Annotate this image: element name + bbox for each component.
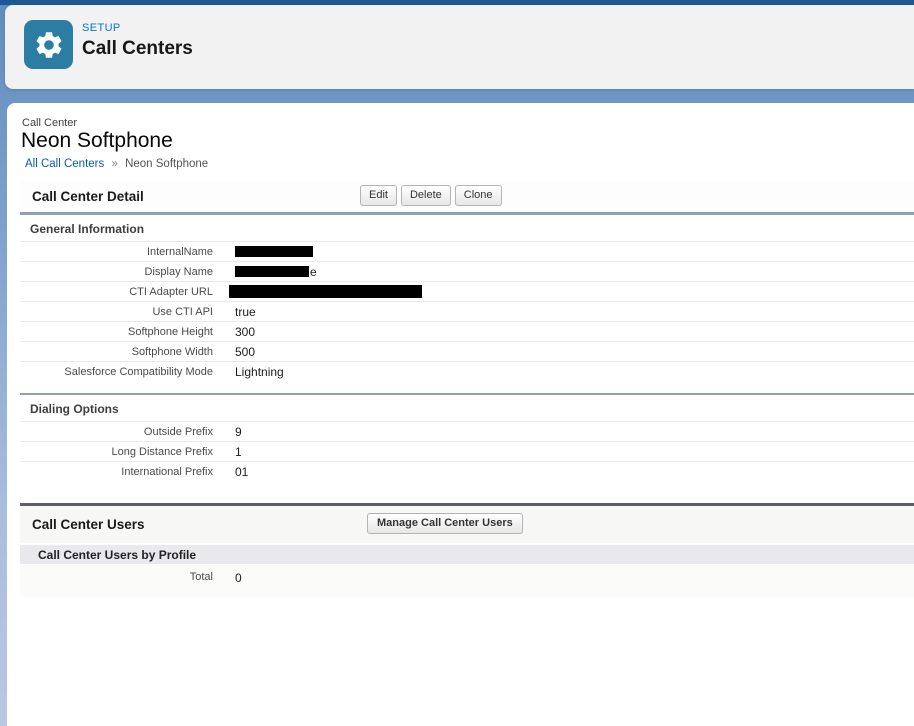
users-by-profile-header: Call Center Users by Profile — [20, 545, 914, 565]
redacted-value — [229, 285, 422, 298]
content-panel: Call Center Neon Softphone All Call Cent… — [7, 103, 914, 726]
field-value — [235, 246, 313, 257]
setup-eyebrow: SETUP — [82, 22, 193, 34]
total-label: Total — [20, 571, 213, 583]
field-label: CTI Adapter URL — [20, 286, 213, 298]
field-label: Use CTI API — [20, 306, 213, 318]
field-label: Long Distance Prefix — [20, 446, 213, 458]
row-cti-adapter-url: CTI Adapter URL — [20, 282, 914, 302]
field-label: Softphone Width — [20, 346, 213, 358]
row-display-name: Display Name e — [20, 262, 914, 282]
call-center-detail-title: Call Center Detail — [32, 189, 144, 204]
field-value: 300 — [235, 325, 255, 339]
section-divider — [20, 393, 914, 395]
breadcrumb: All Call Centers » Neon Softphone — [25, 158, 208, 170]
call-center-users-header: Call Center Users Manage Call Center Use… — [20, 506, 914, 545]
field-label: Softphone Height — [20, 326, 213, 338]
header-text: SETUP Call Centers — [82, 22, 193, 60]
field-label: International Prefix — [20, 466, 213, 478]
field-value: e — [235, 265, 317, 279]
entity-name: Neon Softphone — [21, 129, 173, 153]
detail-button-group: Edit Delete Clone — [360, 185, 502, 206]
gear-icon — [24, 20, 73, 69]
breadcrumb-link-all-call-centers[interactable]: All Call Centers — [25, 158, 104, 170]
dialing-options-rows: Outside Prefix 9 Long Distance Prefix 1 … — [20, 421, 914, 481]
redacted-value — [235, 266, 309, 277]
field-value: 01 — [235, 465, 248, 479]
field-value: Lightning — [235, 365, 284, 379]
row-outside-prefix: Outside Prefix 9 — [20, 422, 914, 442]
field-value: true — [235, 305, 256, 319]
field-label: Display Name — [20, 266, 213, 278]
entity-label: Call Center — [22, 117, 77, 129]
general-information-header: General Information — [30, 222, 914, 236]
salesforce-setup-page: SETUP Call Centers Call Center Neon Soft… — [0, 0, 914, 726]
field-value: 9 — [235, 425, 242, 439]
row-use-cti-api: Use CTI API true — [20, 302, 914, 322]
field-value: 500 — [235, 345, 255, 359]
dialing-options-header: Dialing Options — [30, 402, 914, 416]
field-label: Outside Prefix — [20, 426, 213, 438]
total-value: 0 — [235, 571, 242, 585]
call-center-users-section: Call Center Users Manage Call Center Use… — [20, 503, 914, 597]
redacted-value — [235, 246, 313, 257]
row-long-distance-prefix: Long Distance Prefix 1 — [20, 442, 914, 462]
field-label: InternalName — [20, 246, 213, 258]
row-compatibility-mode: Salesforce Compatibility Mode Lightning — [20, 362, 914, 381]
setup-header: SETUP Call Centers — [5, 5, 914, 89]
general-information-rows: InternalName Display Name e CTI Adapter … — [20, 241, 914, 381]
field-value-tail: e — [310, 265, 317, 279]
breadcrumb-separator: » — [111, 158, 117, 170]
manage-call-center-users-button[interactable]: Manage Call Center Users — [367, 513, 523, 534]
total-row: Total 0 — [20, 565, 914, 597]
page-title: Call Centers — [82, 38, 193, 60]
row-internal-name: InternalName — [20, 242, 914, 262]
call-center-users-title: Call Center Users — [32, 517, 145, 532]
row-softphone-height: Softphone Height 300 — [20, 322, 914, 342]
field-value — [235, 285, 422, 298]
breadcrumb-current: Neon Softphone — [125, 158, 208, 170]
call-center-detail-section: Call Center Detail Edit Delete Clone Gen… — [20, 181, 914, 481]
field-label: Salesforce Compatibility Mode — [20, 366, 213, 378]
field-value: 1 — [235, 445, 242, 459]
delete-button[interactable]: Delete — [401, 185, 451, 206]
row-international-prefix: International Prefix 01 — [20, 462, 914, 481]
gear-icon-glyph — [33, 29, 65, 61]
call-center-detail-header: Call Center Detail Edit Delete Clone — [20, 181, 914, 215]
edit-button[interactable]: Edit — [360, 185, 397, 206]
row-softphone-width: Softphone Width 500 — [20, 342, 914, 362]
clone-button[interactable]: Clone — [455, 185, 502, 206]
